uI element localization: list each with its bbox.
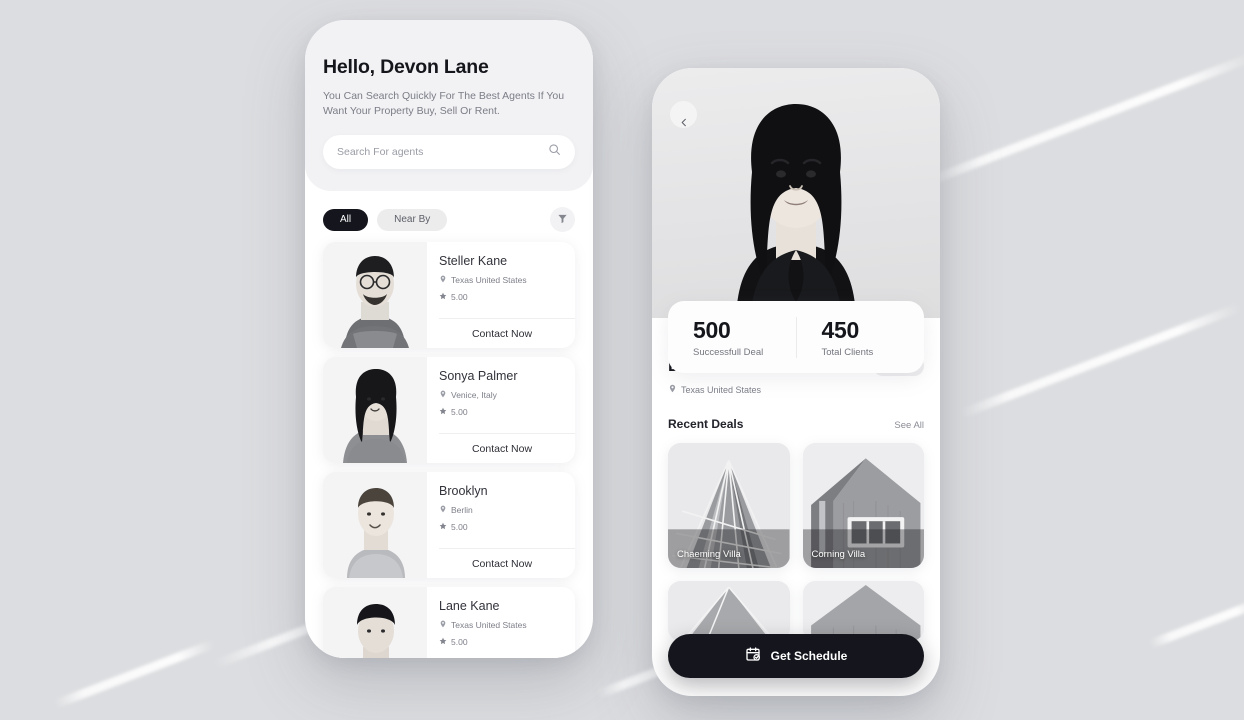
stat-value: 450 [821, 316, 860, 343]
agent-location: Texas United States [439, 275, 575, 285]
agent-details: Sonya Palmer Venice, Italy 5.00 Contact … [427, 357, 575, 463]
profile-photo [736, 104, 856, 318]
header-panel: Hello, Devon Lane You Can Search Quickly… [305, 20, 593, 191]
profile-hero [652, 68, 940, 318]
search-icon [548, 143, 561, 161]
agent-avatar [323, 472, 427, 578]
agent-card[interactable]: Sonya Palmer Venice, Italy 5.00 Contact … [323, 357, 575, 463]
contact-now-label: Contact Now [471, 442, 533, 455]
deal-image [802, 581, 924, 641]
agent-rating-value: 5.00 [451, 522, 468, 532]
agent-location: Berlin [439, 505, 575, 515]
agent-location-text: Berlin [451, 505, 473, 515]
agent-rating: 5.00 [439, 522, 575, 532]
agent-location: Venice, Italy [439, 390, 575, 400]
tab-all[interactable]: All [323, 208, 369, 231]
phone-mockup-agent-list: Hello, Devon Lane You Can Search Quickly… [305, 20, 593, 658]
agent-name: Sonya Palmer [439, 369, 518, 383]
star-icon [439, 637, 447, 647]
deal-card[interactable]: Chaeming Villa [668, 443, 790, 568]
deal-card[interactable]: Corning Villa [802, 443, 924, 568]
contact-now-button[interactable]: Contact Now [439, 433, 575, 463]
agent-rating: 5.00 [439, 292, 575, 302]
agent-avatar [323, 242, 427, 348]
see-all-link[interactable]: See All [894, 420, 924, 431]
star-icon [439, 522, 447, 532]
agent-location-text: Venice, Italy [451, 390, 497, 400]
agent-rating-value: 5.00 [451, 292, 468, 302]
get-schedule-button[interactable]: Get Schedule [668, 634, 924, 678]
agent-rating-value: 5.00 [451, 407, 468, 417]
calendar-check-icon [745, 646, 761, 667]
page-title: Hello, Devon Lane [323, 56, 489, 78]
agent-location: Texas United States [439, 620, 575, 630]
contact-now-label: Contact Now [471, 327, 533, 340]
star-icon [439, 292, 447, 302]
stat-value: 500 [693, 316, 731, 343]
filter-button[interactable] [550, 207, 575, 232]
recent-deals-grid: Chaeming Villa Corning Villa [668, 443, 924, 641]
agent-details: Steller Kane Texas United States 5.00 Co… [427, 242, 575, 348]
phone-mockup-agent-profile: 500 Successfull Deal 450 Total Clients D… [652, 68, 940, 696]
agent-rating-value: 5.00 [451, 637, 468, 647]
agent-details: Brooklyn Berlin 5.00 Contact Now [427, 472, 575, 578]
screen-background: Hello, Devon Lane You Can Search Quickly… [0, 0, 1244, 720]
stat-total-clients: 450 Total Clients [795, 316, 925, 358]
stat-label: Total Clients [821, 346, 874, 358]
contact-now-button[interactable]: Contact Now [439, 318, 575, 348]
agent-card[interactable]: Lane Kane Texas United States 5.00 [323, 587, 575, 658]
contact-now-button[interactable]: Contact Now [439, 548, 575, 578]
search-placeholder: Search For agents [337, 146, 424, 158]
agent-name: Lane Kane [439, 599, 500, 613]
filter-row: All Near By [305, 191, 593, 242]
stat-label: Successfull Deal [693, 346, 764, 358]
location-pin-icon [668, 384, 677, 395]
deal-title: Corning Villa [811, 549, 866, 560]
background-streak [53, 639, 216, 709]
agent-list: Steller Kane Texas United States 5.00 Co… [305, 242, 593, 658]
star-icon [439, 407, 447, 417]
recent-deals-header: Recent Deals See All [668, 417, 924, 431]
agent-avatar [323, 357, 427, 463]
location-pin-icon [439, 505, 447, 515]
agent-name: Brooklyn [439, 484, 488, 498]
deal-card[interactable] [802, 581, 924, 641]
recent-deals-title: Recent Deals [668, 417, 744, 431]
background-streak [958, 302, 1242, 419]
location-pin-icon [439, 390, 447, 400]
back-button[interactable] [670, 101, 697, 128]
deal-image [668, 581, 790, 641]
tab-near-by[interactable]: Near By [377, 208, 448, 231]
agent-name: Steller Kane [439, 254, 508, 268]
location-pin-icon [439, 275, 447, 285]
agent-card[interactable]: Brooklyn Berlin 5.00 Contact Now [323, 472, 575, 578]
agent-location-text: Texas United States [451, 620, 527, 630]
stats-card: 500 Successfull Deal 450 Total Clients [668, 301, 924, 373]
agent-location-text: Texas United States [451, 275, 527, 285]
deal-card[interactable] [668, 581, 790, 641]
agent-card[interactable]: Steller Kane Texas United States 5.00 Co… [323, 242, 575, 348]
page-subtitle: You Can Search Quickly For The Best Agen… [323, 90, 565, 117]
filter-funnel-icon [557, 211, 568, 229]
stat-successful-deal: 500 Successfull Deal [668, 317, 796, 358]
contact-now-label: Contact Now [471, 557, 533, 570]
background-streak [1148, 597, 1244, 649]
agent-rating: 5.00 [439, 637, 575, 647]
deal-title: Chaeming Villa [677, 549, 741, 560]
get-schedule-label: Get Schedule [770, 649, 848, 663]
agent-details: Lane Kane Texas United States 5.00 [427, 587, 575, 658]
agent-avatar [323, 587, 427, 658]
agent-rating: 5.00 [439, 407, 575, 417]
background-streak [918, 51, 1244, 189]
search-input[interactable]: Search For agents [323, 135, 575, 169]
profile-location: Texas United States [668, 384, 924, 395]
profile-location-text: Texas United States [681, 384, 762, 395]
location-pin-icon [439, 620, 447, 630]
